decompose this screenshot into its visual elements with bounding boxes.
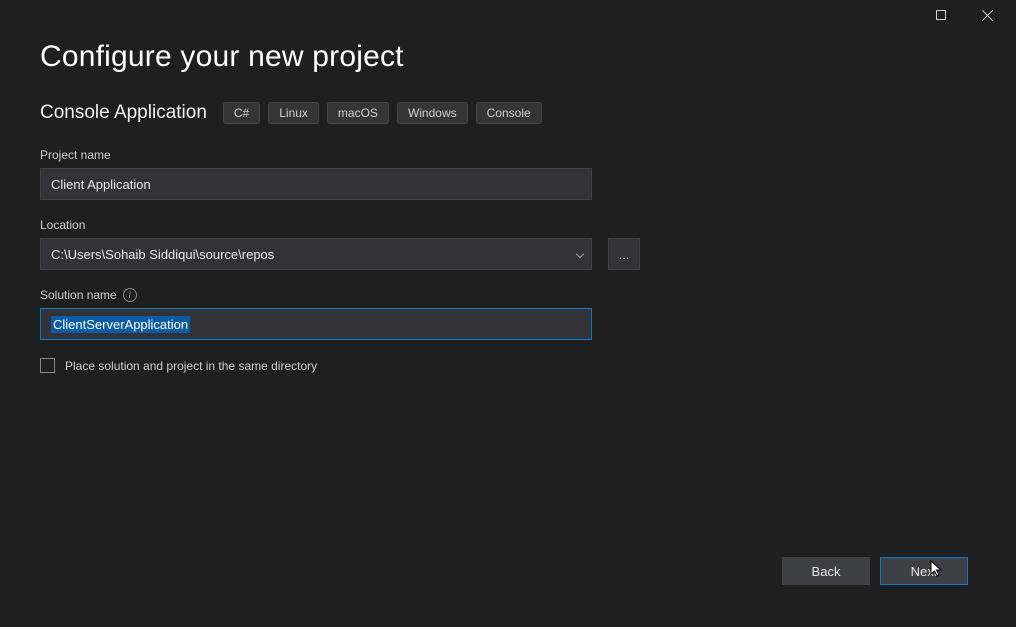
solution-name-label-text: Solution name xyxy=(40,288,117,302)
browse-button[interactable]: ... xyxy=(608,238,640,270)
project-name-input[interactable] xyxy=(40,168,592,200)
project-name-label: Project name xyxy=(40,148,976,162)
location-select-wrap xyxy=(40,238,592,270)
location-group: Location ... xyxy=(40,218,976,270)
tag-windows: Windows xyxy=(397,102,468,124)
close-button[interactable] xyxy=(964,0,1010,30)
template-name: Console Application xyxy=(40,102,207,124)
template-header: Console Application C# Linux macOS Windo… xyxy=(40,102,976,124)
project-name-group: Project name xyxy=(40,148,976,200)
next-button[interactable]: Next xyxy=(880,557,968,585)
close-icon xyxy=(982,10,993,21)
same-directory-row: Place solution and project in the same d… xyxy=(40,358,976,373)
tag-linux: Linux xyxy=(268,102,319,124)
solution-name-input[interactable]: ClientServerApplication xyxy=(40,308,592,340)
tag-console: Console xyxy=(476,102,542,124)
location-label: Location xyxy=(40,218,976,232)
titlebar xyxy=(0,0,1016,30)
page-title: Configure your new project xyxy=(40,40,976,74)
same-directory-label: Place solution and project in the same d… xyxy=(65,359,317,373)
maximize-icon xyxy=(936,10,946,20)
solution-name-selected-text: ClientServerApplication xyxy=(51,316,190,333)
back-button[interactable]: Back xyxy=(782,557,870,585)
footer-buttons: Back Next xyxy=(782,557,968,585)
solution-name-label: Solution name i xyxy=(40,288,976,302)
info-icon[interactable]: i xyxy=(123,288,137,302)
maximize-button[interactable] xyxy=(918,0,964,30)
tag-csharp: C# xyxy=(223,102,260,124)
same-directory-checkbox[interactable] xyxy=(40,358,55,373)
tag-macos: macOS xyxy=(327,102,389,124)
location-input[interactable] xyxy=(40,238,592,270)
content-area: Configure your new project Console Appli… xyxy=(0,30,1016,373)
tag-list: C# Linux macOS Windows Console xyxy=(223,102,542,124)
solution-name-group: Solution name i ClientServerApplication xyxy=(40,288,976,340)
